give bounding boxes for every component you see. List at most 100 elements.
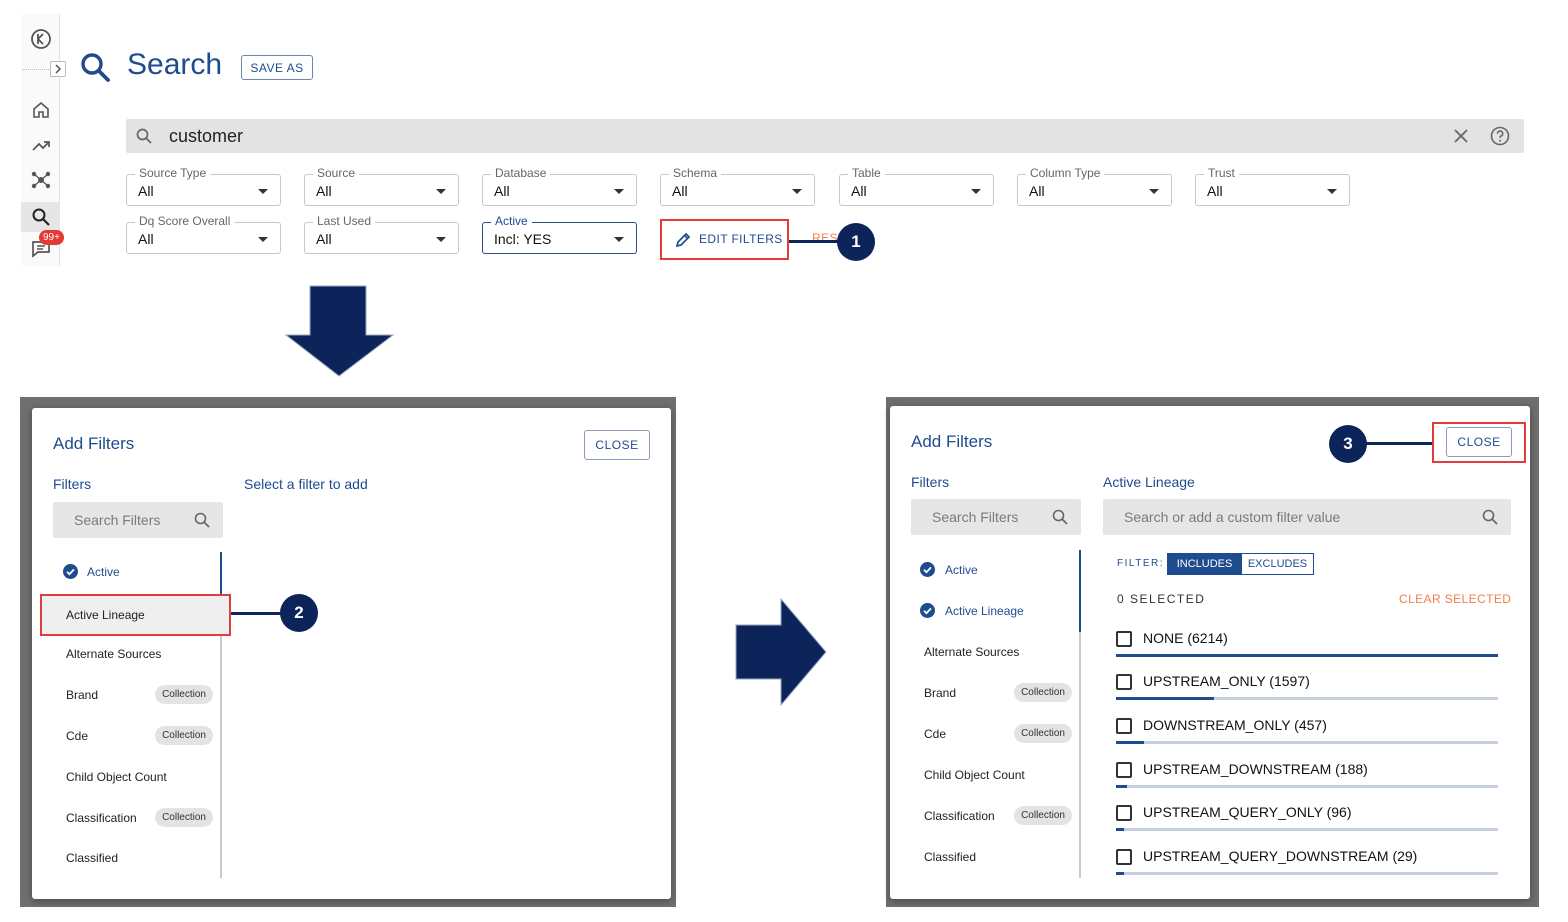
value-share-fill [1116, 654, 1498, 657]
filter-value-row[interactable]: NONE (6214) [1116, 625, 1498, 657]
search-filters-input[interactable]: Search Filters [911, 499, 1081, 535]
filter-value-label: UPSTREAM_QUERY_ONLY (96) [1143, 804, 1352, 820]
search-bar[interactable]: customer [126, 119, 1524, 153]
filter-dropdown-schema[interactable]: Schema All [660, 166, 815, 206]
edit-filters-button[interactable]: EDIT FILTERS [660, 219, 789, 260]
checkbox[interactable] [1116, 849, 1132, 865]
help-icon[interactable] [1490, 126, 1510, 146]
filter-item-label: Brand [66, 688, 99, 702]
caret-down-icon [614, 189, 624, 194]
value-share-fill [1116, 872, 1124, 875]
dropdown-value: All [851, 183, 867, 199]
filter-item-label: Alternate Sources [924, 645, 1020, 659]
checkbox[interactable] [1116, 674, 1132, 690]
checkbox[interactable] [1116, 762, 1132, 778]
dropdown-label: Schema [669, 166, 722, 180]
expand-rail-button[interactable] [50, 61, 66, 77]
filter-item-label: Classified [924, 850, 977, 864]
filter-item-child-object-count[interactable]: Child Object Count [66, 758, 236, 796]
search-icon[interactable] [30, 206, 52, 228]
search-filters-input[interactable]: Search Filters [53, 502, 223, 538]
excludes-toggle[interactable]: EXCLUDES [1241, 553, 1314, 575]
nav-rail: 99+ [21, 14, 66, 266]
filter-dropdown-active[interactable]: Active Incl: YES [482, 214, 637, 254]
filter-item-classification[interactable]: Classification Collection [66, 799, 213, 837]
filter-value-row[interactable]: UPSTREAM_ONLY (1597) [1116, 668, 1498, 700]
save-as-button[interactable]: SAVE AS [241, 55, 313, 80]
value-share-bar [1116, 697, 1498, 700]
filter-item-alternate-sources[interactable]: Alternate Sources [66, 635, 236, 673]
search-placeholder: Search Filters [74, 512, 161, 528]
close-button[interactable]: CLOSE [1446, 427, 1512, 457]
dropdown-value: All [672, 183, 688, 199]
filter-item-brand[interactable]: Brand Collection [66, 676, 213, 714]
clear-selected-button[interactable]: CLEAR SELECTED [1399, 592, 1511, 606]
collection-tag: Collection [155, 808, 213, 827]
filter-dropdown-source[interactable]: Source All [304, 166, 459, 206]
filter-item-label: Cde [66, 729, 89, 743]
dialog-title: Add Filters [911, 432, 993, 451]
check-circle-icon [920, 562, 935, 577]
collection-tag: Collection [1014, 724, 1072, 743]
filter-item-active-lineage[interactable]: Active Lineage [920, 592, 1090, 630]
dropdown-label: Dq Score Overall [135, 214, 235, 228]
filter-value-row[interactable]: UPSTREAM_QUERY_ONLY (96) [1116, 799, 1498, 831]
filter-item-active-lineage[interactable]: Active Lineage [40, 594, 231, 636]
includes-toggle[interactable]: INCLUDES [1167, 553, 1242, 575]
filter-value-label: DOWNSTREAM_ONLY (457) [1143, 717, 1327, 733]
kada-logo-icon[interactable] [30, 28, 52, 50]
filter-item-label: Active [945, 563, 978, 577]
filter-item-label: Child Object Count [924, 768, 1025, 782]
filter-item-active[interactable]: Active [920, 551, 1090, 589]
down-arrow-icon [285, 285, 395, 377]
filter-item-classified[interactable]: Classified [66, 839, 236, 877]
filter-item-label: Alternate Sources [66, 647, 162, 661]
filter-item-classified[interactable]: Classified [924, 838, 1094, 876]
checkbox[interactable] [1116, 631, 1132, 647]
filter-item-brand[interactable]: Brand Collection [924, 674, 1072, 712]
filter-dropdown-table[interactable]: Table All [839, 166, 994, 206]
clear-icon[interactable] [1452, 127, 1470, 145]
filter-item-child-object-count[interactable]: Child Object Count [924, 756, 1094, 794]
filter-item-alternate-sources[interactable]: Alternate Sources [924, 633, 1094, 671]
filter-value-row[interactable]: UPSTREAM_QUERY_DOWNSTREAM (29) [1116, 843, 1498, 875]
caret-down-icon [258, 189, 268, 194]
caret-down-icon [1327, 189, 1337, 194]
filter-item-active[interactable]: Active [63, 553, 233, 591]
filter-item-classification[interactable]: Classification Collection [924, 797, 1072, 835]
select-filter-prompt: Select a filter to add [244, 476, 368, 492]
filter-dropdown-database[interactable]: Database All [482, 166, 637, 206]
filter-dropdown-last-used[interactable]: Last Used All [304, 214, 459, 254]
filter-item-label: Brand [924, 686, 957, 700]
dropdown-value: All [1207, 183, 1223, 199]
callout-3: 3 [1329, 425, 1367, 463]
checkbox[interactable] [1116, 805, 1132, 821]
filters-heading: Filters [911, 474, 950, 490]
filter-item-cde[interactable]: Cde Collection [66, 717, 213, 755]
caret-down-icon [614, 237, 624, 242]
filter-value-search-input[interactable]: Search or add a custom filter value [1103, 499, 1511, 535]
filter-value-row[interactable]: UPSTREAM_DOWNSTREAM (188) [1116, 756, 1498, 788]
chevron-right-icon [55, 64, 62, 74]
filter-item-cde[interactable]: Cde Collection [924, 715, 1072, 753]
caret-down-icon [792, 189, 802, 194]
search-input[interactable]: customer [169, 126, 243, 147]
filter-item-label: Classification [924, 809, 995, 823]
filter-dropdown-source-type[interactable]: Source Type All [126, 166, 281, 206]
dropdown-label: Trust [1204, 166, 1239, 180]
dropdown-label: Active [491, 214, 532, 228]
filter-dropdown-dq-score[interactable]: Dq Score Overall All [126, 214, 281, 254]
home-icon[interactable] [30, 99, 52, 121]
checkbox[interactable] [1116, 718, 1132, 734]
filter-value-row[interactable]: DOWNSTREAM_ONLY (457) [1116, 712, 1498, 744]
close-button[interactable]: CLOSE [584, 430, 650, 460]
filter-dropdown-column-type[interactable]: Column Type All [1017, 166, 1172, 206]
trend-icon[interactable] [30, 134, 52, 156]
network-icon[interactable] [30, 169, 52, 191]
caret-down-icon [436, 237, 446, 242]
dropdown-value: All [316, 231, 332, 247]
right-arrow-icon [735, 598, 827, 706]
callout-connector [231, 612, 283, 615]
dropdown-value: All [494, 183, 510, 199]
filter-dropdown-trust[interactable]: Trust All [1195, 166, 1350, 206]
